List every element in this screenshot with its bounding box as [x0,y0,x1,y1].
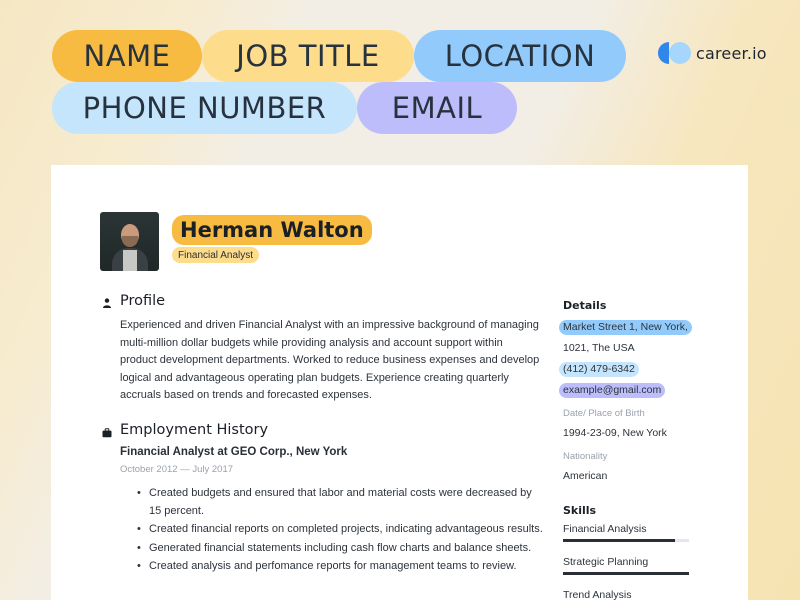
profile-photo [100,212,159,271]
skill-level-bar [563,539,689,542]
employment-heading: Employment History [120,422,269,438]
job-entry-bullets: Created budgets and ensured that labor a… [137,485,547,577]
legend-pill-email: EMAIL [357,82,517,134]
nationality-label: Nationality [563,451,608,462]
skill-level-fill [563,539,676,542]
resume-job-title: Financial Analyst [172,247,260,263]
nationality-value: American [563,470,608,482]
job-bullet: Created budgets and ensured that labor a… [137,485,547,520]
person-icon [103,298,111,308]
job-bullet: Created financial reports on completed p… [137,521,547,539]
job-bullet: Created analysis and perfomance reports … [137,558,547,576]
skill-item: Strategic Planning [563,556,723,575]
resume-name: Herman Walton [172,215,372,245]
job-bullet: Generated financial statements including… [137,540,547,558]
brand-logo: career.io [658,42,767,64]
email-address: example@gmail.com [559,383,666,398]
skill-item: Trend Analysis [563,589,723,600]
skill-name: Trend Analysis [563,589,632,600]
legend-pill-job-title: JOB TITLE [202,30,414,82]
skill-item: Financial Analysis [563,523,723,542]
briefcase-icon [102,428,112,438]
address-line-1: Market Street 1, New York, [559,320,692,335]
skills-heading: Skills [563,504,597,517]
details-heading: Details [563,299,607,312]
birth-label: Date/ Place of Birth [563,408,645,419]
skill-level-fill [563,572,689,575]
phone-number: (412) 479-6342 [559,362,639,377]
job-entry-dates: October 2012 — July 2017 [120,464,234,475]
address-line-2: 1021, The USA [563,342,635,354]
job-entry-title: Financial Analyst at GEO Corp., New York [120,446,348,458]
legend-pill-phone: PHONE NUMBER [52,82,357,134]
legend-pill-name: NAME [52,30,202,82]
resume-card: Herman Walton Financial Analyst Profile … [51,165,748,600]
brand-name: career.io [696,43,767,63]
skill-name: Financial Analysis [563,523,647,535]
profile-summary: Experienced and driven Financial Analyst… [120,319,540,402]
profile-heading: Profile [120,293,166,309]
brand-logo-icon [658,42,692,64]
legend-pill-location: LOCATION [414,30,626,82]
details-sidebar: Details Market Street 1, New York, 1021,… [559,297,723,600]
birth-value: 1994-23-09, New York [563,427,667,439]
skill-level-bar [563,572,689,575]
skill-name: Strategic Planning [563,556,649,568]
